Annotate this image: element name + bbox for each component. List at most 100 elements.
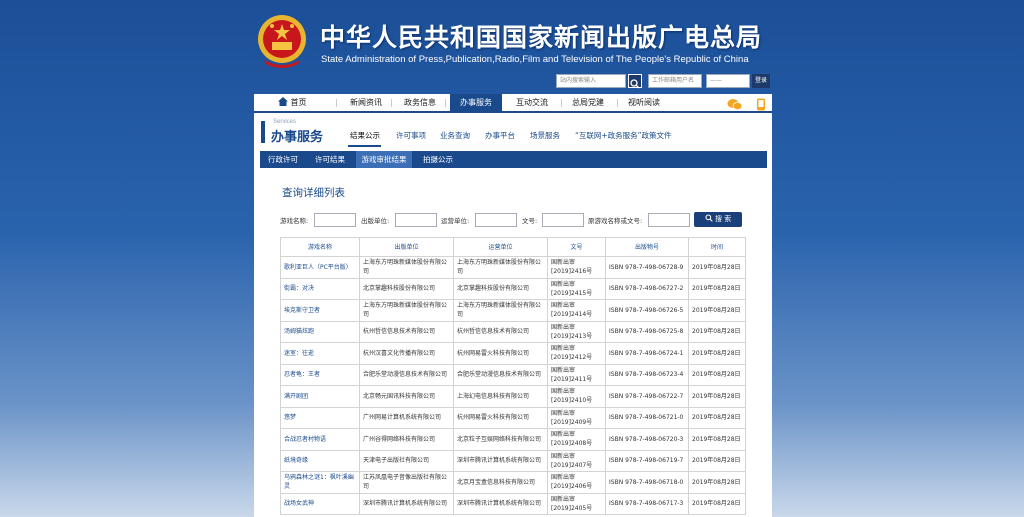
- game-name-cell[interactable]: 迷室：往逝: [280, 342, 360, 365]
- doc-no-cell: 国新出审[2019]2414号: [547, 299, 606, 322]
- operator-input[interactable]: [475, 213, 517, 227]
- game-name-cell[interactable]: 歌利亚巨人（PC平台版）: [280, 256, 360, 279]
- tab-scenes[interactable]: 场景服务: [530, 130, 560, 141]
- date-cell: 2019年08月28日: [688, 492, 746, 515]
- subnav-admin-permit[interactable]: 行政许可: [262, 151, 304, 168]
- nav-divider: [336, 99, 337, 107]
- nav-news[interactable]: 新闻资讯: [344, 94, 388, 111]
- date-cell: 2019年08月28日: [688, 471, 746, 494]
- site-search-button[interactable]: [628, 74, 642, 89]
- main-navbar: 首页 新闻资讯 政务信息 办事服务 互动交流 总局党建 视听阅读: [254, 94, 772, 113]
- services-en-label: Services: [273, 119, 297, 125]
- tab-permits[interactable]: 许可事项: [396, 130, 426, 141]
- isbn-cell: ISBN 978-7-498-06717-3: [605, 492, 689, 515]
- publisher-input[interactable]: [395, 213, 437, 227]
- tab-platform[interactable]: 办事平台: [485, 130, 515, 141]
- game-name-cell[interactable]: 合战忍者村物语: [280, 428, 360, 451]
- mobile-icon[interactable]: [756, 98, 766, 111]
- nav-media[interactable]: 视听阅读: [622, 94, 666, 111]
- operator-cell: 北京掌趣科技股份有限公司: [453, 277, 548, 300]
- subnav-permit-results[interactable]: 许可结果: [308, 151, 352, 168]
- nav-divider: [445, 99, 446, 107]
- site-search-input[interactable]: 站内搜索输入: [556, 74, 626, 88]
- isbn-cell: ISBN 978-7-498-06721-0: [605, 406, 689, 429]
- tab-policy[interactable]: “互联网+政务服务”政策文件: [575, 130, 672, 141]
- game-name-cell[interactable]: 汤姆猫炫跑: [280, 320, 360, 343]
- table-row: 满开剧团 北京畅元国讯科技有限公司 上海幻电信息科技有限公司 国新出审[2019]24…: [280, 385, 746, 408]
- search-icon: [705, 214, 713, 222]
- table-header-row: 游戏名称 出版单位 运营单位 文号 出版物号 时间: [280, 237, 746, 257]
- list-title: 查询详细列表: [282, 187, 345, 199]
- tab-results[interactable]: 结果公示: [350, 130, 380, 141]
- isbn-cell: ISBN 978-7-498-06719-7: [605, 449, 689, 472]
- filter-label-game: 游戏名称:: [280, 217, 309, 225]
- game-name-cell[interactable]: 纸境奇缘: [280, 449, 360, 472]
- search-button[interactable]: 搜 索: [694, 212, 742, 227]
- nav-divider: [561, 99, 562, 107]
- isbn-cell: ISBN 978-7-498-06718-0: [605, 471, 689, 494]
- game-name-input[interactable]: [314, 213, 356, 227]
- nav-services[interactable]: 办事服务: [450, 94, 502, 111]
- doc-no-input[interactable]: [542, 213, 584, 227]
- header-publisher: 出版单位: [359, 237, 454, 257]
- operator-cell: 深圳市腾讯计算机系统有限公司: [453, 492, 548, 515]
- table-row: 歌利亚巨人（PC平台版） 上海东方明珠新媒体股份有限公司 上海东方明珠新媒体股份有限…: [280, 256, 746, 279]
- doc-no-cell: 国新出审[2019]2410号: [547, 385, 606, 408]
- table-row: 战场女武神 深圳市腾讯计算机系统有限公司 深圳市腾讯计算机系统有限公司 国新出审[20…: [280, 492, 746, 515]
- operator-cell: 深圳市腾讯计算机系统有限公司: [453, 449, 548, 472]
- operator-cell: 杭州哲信信息技术有限公司: [453, 320, 548, 343]
- isbn-cell: ISBN 978-7-498-06727-2: [605, 277, 689, 300]
- isbn-cell: ISBN 978-7-498-06725-8: [605, 320, 689, 343]
- table-row: 乌鸦森林之谜1：枫叶溪幽灵 江苏凤凰电子音像出版社有限公司 北京月宝盒信息科技有限公…: [280, 471, 746, 494]
- nav-interaction[interactable]: 互动交流: [510, 94, 554, 111]
- operator-cell: 上海东方明珠新媒体股份有限公司: [453, 256, 548, 279]
- publisher-cell: 杭州哲信信息技术有限公司: [359, 320, 454, 343]
- operator-cell: 上海东方明珠新媒体股份有限公司: [453, 299, 548, 322]
- filter-label-publisher: 出版单位:: [361, 217, 390, 225]
- game-name-cell[interactable]: 战场女武神: [280, 492, 360, 515]
- publisher-cell: 天津电子出版社有限公司: [359, 449, 454, 472]
- original-name-input[interactable]: [648, 213, 690, 227]
- table-row: 街霸：对决 北京掌趣科技股份有限公司 北京掌趣科技股份有限公司 国新出审[2019]2…: [280, 277, 746, 300]
- subnav-filming[interactable]: 拍摄公示: [416, 151, 460, 168]
- doc-no-cell: 国新出审[2019]2405号: [547, 492, 606, 515]
- date-cell: 2019年08月28日: [688, 385, 746, 408]
- tab-query[interactable]: 业务查询: [440, 130, 470, 141]
- game-name-cell[interactable]: 满开剧团: [280, 385, 360, 408]
- isbn-cell: ISBN 978-7-498-06726-5: [605, 299, 689, 322]
- doc-no-cell: 国新出审[2019]2415号: [547, 277, 606, 300]
- services-accent-bar: [261, 121, 265, 143]
- home-icon: [277, 97, 288, 106]
- date-cell: 2019年08月28日: [688, 363, 746, 386]
- filter-label-operator: 运营单位:: [441, 217, 470, 225]
- wechat-icon[interactable]: [727, 98, 743, 111]
- game-name-cell[interactable]: 街霸：对决: [280, 277, 360, 300]
- publisher-cell: 杭州汉喜文化传播有限公司: [359, 342, 454, 365]
- search-button-label: 搜 索: [715, 215, 732, 223]
- nav-party[interactable]: 总局党建: [566, 94, 610, 111]
- operator-cell: 杭州网易雷火科技有限公司: [453, 342, 548, 365]
- table-row: 纸境奇缘 天津电子出版社有限公司 深圳市腾讯计算机系统有限公司 国新出审[2019]2…: [280, 449, 746, 472]
- doc-no-cell: 国新出审[2019]2408号: [547, 428, 606, 451]
- site-title-en: State Administration of Press,Publicatio…: [321, 54, 749, 65]
- isbn-cell: ISBN 978-7-498-06722-7: [605, 385, 689, 408]
- filter-label-docno: 文号:: [522, 217, 538, 225]
- publisher-cell: 北京畅元国讯科技有限公司: [359, 385, 454, 408]
- login-button[interactable]: 登录: [752, 74, 770, 88]
- subnav-game-results[interactable]: 游戏审批结果: [356, 151, 412, 168]
- game-name-cell[interactable]: 埃克斯守卫者: [280, 299, 360, 322]
- game-name-cell[interactable]: 忍者龟：王者: [280, 363, 360, 386]
- publisher-cell: 北京掌趣科技股份有限公司: [359, 277, 454, 300]
- game-name-cell[interactable]: 乌鸦森林之谜1：枫叶溪幽灵: [280, 471, 360, 494]
- mail-password-input[interactable]: ——: [706, 74, 750, 88]
- nav-home[interactable]: 首页: [268, 94, 316, 111]
- game-name-cell[interactable]: 悠梦: [280, 406, 360, 429]
- publisher-cell: 江苏凤凰电子音像出版社有限公司: [359, 471, 454, 494]
- header-doc-no: 文号: [547, 237, 606, 257]
- header-isbn: 出版物号: [605, 237, 689, 257]
- isbn-cell: ISBN 978-7-498-06723-4: [605, 363, 689, 386]
- services-title: 办事服务: [271, 130, 324, 145]
- mail-username-input[interactable]: 工作邮箱用户名: [648, 74, 702, 88]
- header-date: 时间: [688, 237, 746, 257]
- nav-gov-info[interactable]: 政务信息: [398, 94, 442, 111]
